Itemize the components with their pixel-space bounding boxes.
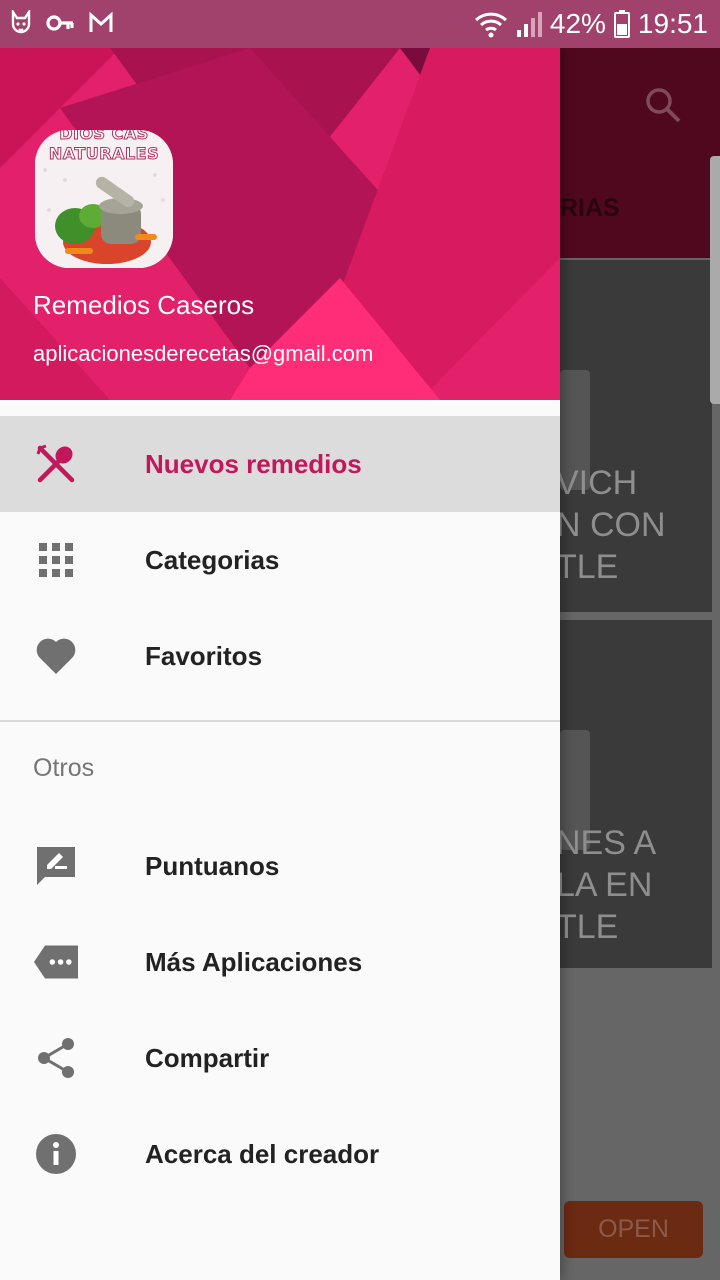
menu-item-puntuanos[interactable]: Puntuanos xyxy=(0,818,560,914)
heart-icon xyxy=(34,634,78,678)
search-icon[interactable] xyxy=(644,86,682,129)
section-title-otros: Otros xyxy=(33,754,95,782)
ad-open-button[interactable]: OPEN xyxy=(564,1201,703,1258)
status-left-icons xyxy=(10,10,114,36)
logo-text-line2: NATURALES xyxy=(48,144,160,164)
fork-spoon-icon xyxy=(34,442,78,486)
share-icon xyxy=(34,1036,78,1080)
menu-label: Categorias xyxy=(145,545,280,575)
clock: 19:51 xyxy=(637,8,708,39)
recipe-card[interactable]: VICH N CON TLE xyxy=(560,260,712,612)
menu-label: Compartir xyxy=(145,1043,270,1073)
menu-item-categorias[interactable]: Categorias xyxy=(0,512,560,608)
recipe-card[interactable]: NES A LA EN TLE xyxy=(560,620,712,968)
wifi-icon xyxy=(474,10,508,38)
account-email: aplicacionesderecetas@gmail.com xyxy=(33,341,374,366)
menu-item-compartir[interactable]: Compartir xyxy=(0,1010,560,1106)
menu-label: Nuevos remedios xyxy=(145,449,362,479)
cat-notification-icon xyxy=(10,10,32,36)
menu-divider xyxy=(0,720,560,722)
more-apps-icon xyxy=(34,940,78,984)
drawer-header: DIOS CAS NATURALES Remedios Caseros apli… xyxy=(0,48,560,400)
card-title: VICH N CON TLE xyxy=(560,464,666,586)
signal-icon xyxy=(516,10,542,38)
navigation-drawer: DIOS CAS NATURALES Remedios Caseros apli… xyxy=(0,48,560,1280)
key-icon xyxy=(46,10,74,36)
battery-percent: 42% xyxy=(549,8,606,39)
menu-item-acerca-del-creador[interactable]: Acerca del creador xyxy=(0,1106,560,1202)
app-logo: DIOS CAS NATURALES xyxy=(35,130,173,268)
menu-label: Favoritos xyxy=(145,641,263,671)
status-right: 42% 19:51 xyxy=(474,6,708,42)
menu-label: Puntuanos xyxy=(145,851,280,881)
account-name: Remedios Caseros xyxy=(33,290,255,320)
logo-text-line1: DIOS CAS xyxy=(59,130,149,144)
battery-icon xyxy=(613,10,630,38)
grid-icon xyxy=(34,538,78,582)
tab-categorias-partial[interactable]: RIAS xyxy=(560,194,620,223)
rate-review-icon xyxy=(34,844,78,888)
info-icon xyxy=(34,1132,78,1176)
gmail-icon xyxy=(88,10,114,36)
status-bar: 42% 19:51 xyxy=(0,0,720,48)
scroll-indicator xyxy=(710,156,720,404)
menu-label: Más Aplicaciones xyxy=(145,947,363,977)
card-title: NES A LA EN TLE xyxy=(560,824,657,946)
menu-item-mas-aplicaciones[interactable]: Más Aplicaciones xyxy=(0,914,560,1010)
menu-item-favoritos[interactable]: Favoritos xyxy=(0,608,560,704)
menu-item-nuevos-remedios[interactable]: Nuevos remedios xyxy=(0,416,560,512)
menu-label: Acerca del creador xyxy=(145,1139,380,1169)
